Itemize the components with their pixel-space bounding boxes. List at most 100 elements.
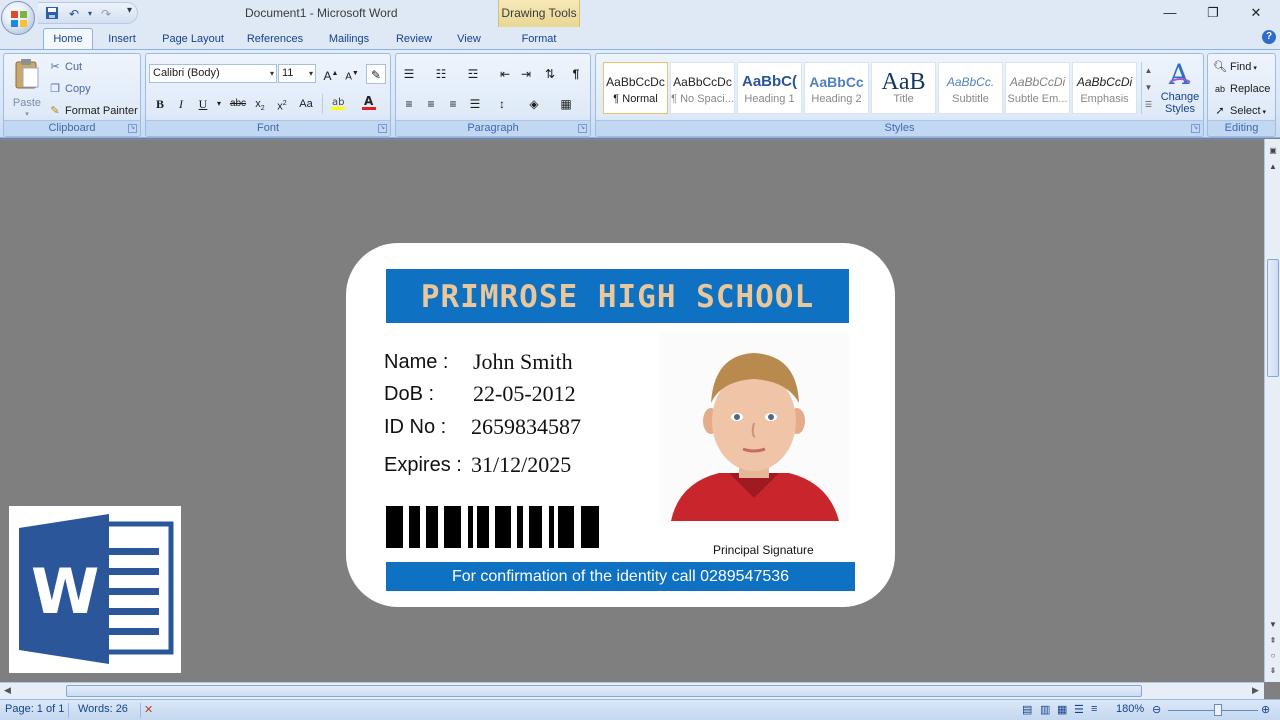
zoom-in-icon[interactable]: ⊕ — [1261, 703, 1270, 716]
font-size-select[interactable]: 11 ▾ — [278, 64, 316, 83]
horizontal-scrollbar[interactable]: ◀ ▶ — [0, 682, 1264, 699]
ruler-toggle-icon[interactable]: ▣ — [1267, 145, 1279, 157]
vertical-scroll-thumb[interactable] — [1267, 259, 1279, 377]
decrease-indent-icon[interactable]: ⇤ — [495, 64, 515, 84]
tab-page-layout[interactable]: Page Layout — [155, 31, 231, 49]
next-page-icon[interactable]: ⇟ — [1267, 665, 1279, 677]
undo-dropdown-icon[interactable]: ▾ — [82, 6, 98, 22]
outline-icon[interactable]: ☰ — [1074, 703, 1084, 716]
restore-button[interactable]: ❐ — [1191, 0, 1235, 26]
draft-icon[interactable]: ≡ — [1091, 703, 1097, 715]
align-center-icon[interactable]: ≡ — [421, 94, 441, 114]
line-spacing-icon[interactable]: ↕ — [492, 94, 512, 114]
numbering-icon[interactable]: ☷ — [431, 64, 451, 84]
shrink-font-icon[interactable]: A▼ — [342, 64, 362, 84]
font-launcher-icon[interactable]: ↘ — [378, 124, 387, 133]
style-subtitle[interactable]: AaBbCc. Subtitle — [938, 62, 1003, 114]
increase-indent-icon[interactable]: ⇥ — [516, 64, 536, 84]
change-styles-button[interactable]: A Change Styles — [1158, 58, 1202, 115]
align-right-icon[interactable]: ≡ — [443, 94, 463, 114]
style-title[interactable]: AaB Title — [871, 62, 936, 114]
scroll-down-icon[interactable]: ▼ — [1142, 79, 1155, 96]
scroll-left-icon[interactable]: ◀ — [4, 685, 11, 696]
help-icon[interactable]: ? — [1262, 30, 1276, 44]
office-button[interactable] — [1, 1, 35, 35]
tab-home[interactable]: Home — [43, 28, 93, 49]
dob-label: DoB : — [384, 383, 435, 405]
multilevel-list-icon[interactable]: ☲ — [463, 64, 483, 84]
full-screen-reading-icon[interactable]: ▥ — [1040, 703, 1050, 716]
style-name: Heading 1 — [744, 93, 795, 105]
more-styles-icon[interactable]: ☰ — [1142, 96, 1155, 113]
undo-icon[interactable]: ↶ — [66, 6, 82, 22]
clear-formatting-icon[interactable]: ✎ — [366, 64, 386, 84]
bullets-icon[interactable]: ☰ — [399, 64, 419, 84]
select-browse-object-icon[interactable]: ○ — [1267, 650, 1279, 662]
customize-qat-icon[interactable]: ▾ — [127, 5, 132, 16]
superscript-icon[interactable]: x2 — [272, 94, 292, 114]
styles-scroll[interactable]: ▲ ▼ ☰ — [1141, 62, 1155, 114]
grow-font-icon[interactable]: A▲ — [321, 64, 341, 84]
web-layout-icon[interactable]: ▦ — [1057, 703, 1067, 716]
print-layout-icon[interactable]: ▤ — [1022, 703, 1032, 716]
shading-icon[interactable]: ◈ — [524, 94, 544, 114]
paste-button[interactable]: Paste ▾ — [9, 58, 45, 118]
format-painter-button[interactable]: ✎ Format Painter — [48, 103, 137, 119]
tab-references[interactable]: References — [242, 31, 308, 49]
style-subtle-emphasis[interactable]: AaBbCcDi Subtle Em... — [1005, 62, 1070, 114]
underline-dropdown-icon[interactable]: ▾ — [209, 94, 229, 114]
highlight-icon[interactable]: ab — [328, 94, 348, 114]
drawing-tools-context-label: Drawing Tools — [498, 0, 580, 27]
strikethrough-icon[interactable]: abc — [228, 94, 248, 114]
redo-icon[interactable]: ↷ — [98, 6, 114, 22]
zoom-slider-thumb[interactable] — [1214, 704, 1222, 716]
bold-icon[interactable]: B — [150, 94, 170, 114]
zoom-out-icon[interactable]: ⊖ — [1152, 703, 1161, 716]
subscript-icon[interactable]: x2 — [250, 94, 270, 114]
scroll-down-icon[interactable]: ▼ — [1267, 619, 1279, 631]
id-card[interactable]: PRIMROSE HIGH SCHOOL Name : John Smith D… — [346, 243, 895, 607]
save-icon[interactable] — [44, 6, 60, 22]
styles-launcher-icon[interactable]: ↘ — [1191, 124, 1200, 133]
font-color-icon[interactable]: A — [359, 94, 379, 114]
paragraph-launcher-icon[interactable]: ↘ — [578, 124, 587, 133]
tab-mailings[interactable]: Mailings — [320, 31, 378, 49]
select-button[interactable]: ➚ Select ▾ — [1213, 103, 1266, 121]
align-left-icon[interactable]: ≡ — [399, 94, 419, 114]
zoom-level[interactable]: 180% — [1116, 703, 1144, 715]
word-count[interactable]: Words: 26 — [78, 703, 128, 715]
cut-button[interactable]: ✂ Cut — [48, 59, 82, 75]
minimize-button[interactable]: — — [1148, 0, 1192, 26]
justify-icon[interactable]: ☰ — [465, 94, 485, 114]
scroll-right-icon[interactable]: ▶ — [1252, 685, 1259, 696]
style-heading-2[interactable]: AaBbCc Heading 2 — [804, 62, 869, 114]
font-family-select[interactable]: Calibri (Body) ▾ — [149, 64, 277, 83]
scroll-up-icon[interactable]: ▲ — [1267, 161, 1279, 173]
clipboard-launcher-icon[interactable]: ↘ — [128, 124, 137, 133]
style-no-spacing[interactable]: AaBbCcDc ¶ No Spaci... — [670, 62, 735, 114]
style-heading-1[interactable]: AaBbC( Heading 1 — [737, 62, 802, 114]
paragraph-group: ☰ ☷ ☲ ⇤ ⇥ ⇅ ¶ ≡ ≡ ≡ ☰ ↕ ◈ ▦ Paragraph ↘ — [395, 53, 591, 137]
page-count[interactable]: Page: 1 of 1 — [5, 703, 64, 715]
copy-button[interactable]: ❐ Copy — [48, 81, 91, 97]
italic-icon[interactable]: I — [171, 94, 191, 114]
vertical-scrollbar[interactable]: ▣ ▲ ▼ ⇞ ○ ⇟ — [1264, 139, 1280, 682]
tab-review[interactable]: Review — [390, 31, 438, 49]
borders-icon[interactable]: ▦ — [556, 94, 576, 114]
scroll-up-icon[interactable]: ▲ — [1142, 62, 1155, 79]
tab-format[interactable]: Format — [510, 31, 568, 49]
zoom-slider-track[interactable] — [1168, 710, 1258, 711]
style-emphasis[interactable]: AaBbCcDi Emphasis — [1072, 62, 1137, 114]
change-case-icon[interactable]: Aa — [296, 94, 316, 114]
close-button[interactable]: ✕ — [1234, 0, 1278, 26]
tab-insert[interactable]: Insert — [100, 31, 144, 49]
previous-page-icon[interactable]: ⇞ — [1267, 635, 1279, 647]
replace-button[interactable]: ab Replace — [1213, 81, 1270, 97]
style-normal[interactable]: AaBbCcDc ¶ Normal — [603, 62, 668, 114]
tab-view[interactable]: View — [450, 31, 488, 49]
show-marks-icon[interactable]: ¶ — [566, 64, 586, 84]
proofing-icon[interactable]: ✕ — [144, 703, 153, 716]
horizontal-scroll-thumb[interactable] — [66, 685, 1142, 697]
sort-icon[interactable]: ⇅ — [540, 64, 560, 84]
find-button[interactable]: 🔍︎ Find ▾ — [1213, 59, 1257, 77]
